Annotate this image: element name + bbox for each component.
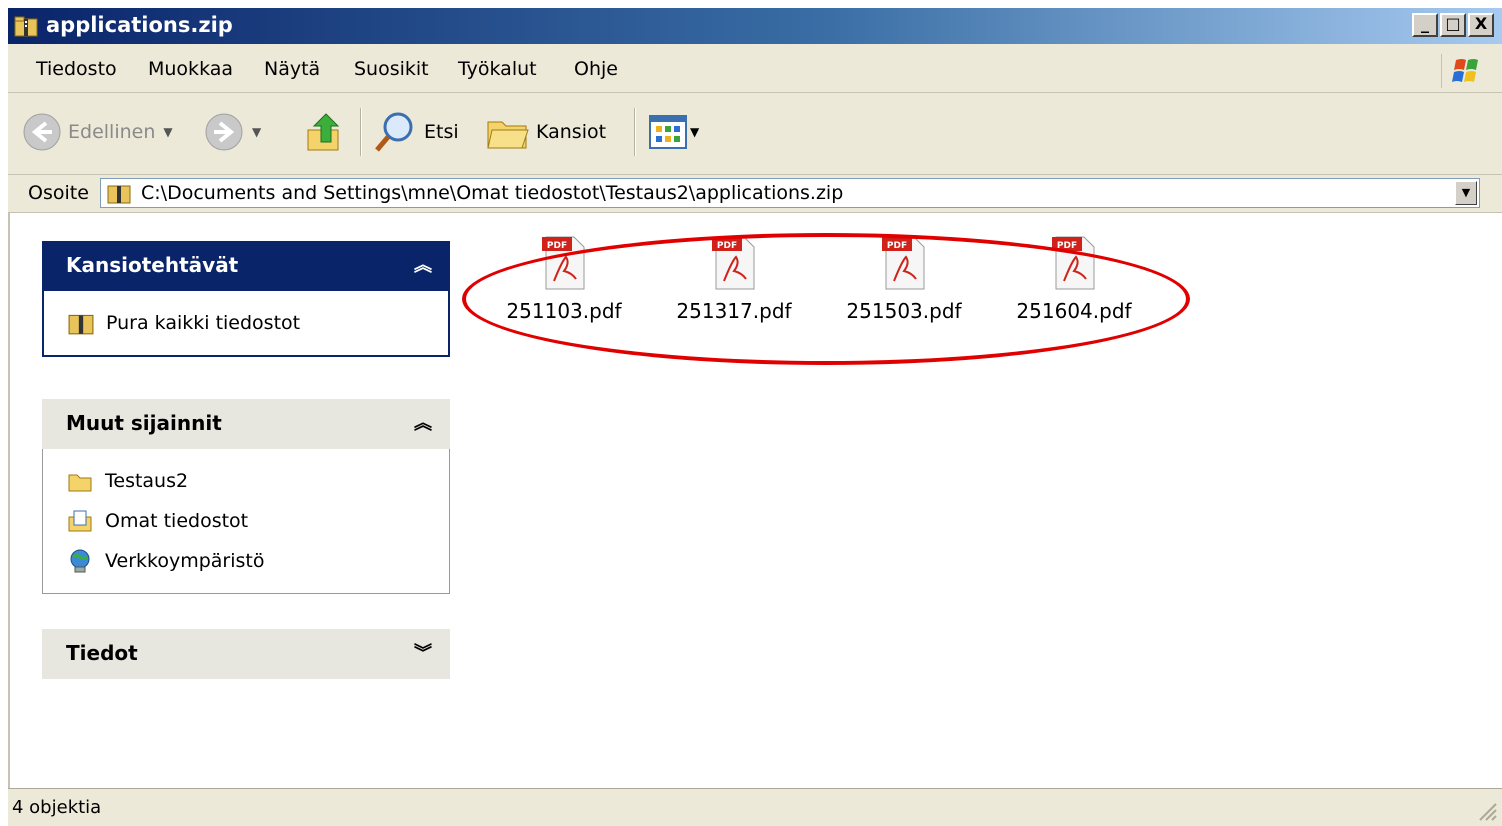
task-label: Pura kaikki tiedostot: [106, 312, 301, 334]
menu-tiedosto[interactable]: Tiedosto: [36, 58, 117, 80]
zip-folder-icon: [14, 16, 38, 37]
forward-dropdown-icon[interactable]: ▼: [252, 125, 261, 139]
toolbar: Edellinen ▼ ▼ Etsi Kansiot ▼: [8, 94, 1502, 175]
views-button[interactable]: ▼: [648, 104, 699, 160]
views-dropdown-icon[interactable]: ▼: [690, 125, 699, 139]
svg-text:PDF: PDF: [717, 241, 737, 251]
place-label: Omat tiedostot: [105, 510, 249, 532]
search-label: Etsi: [424, 121, 459, 143]
address-label: Osoite: [28, 182, 89, 204]
collapse-chevron-icon[interactable]: ︽: [414, 409, 432, 435]
pdf-icon: PDF: [542, 236, 585, 290]
file-name: 251103.pdf: [506, 299, 622, 323]
folder-icon: [68, 474, 92, 492]
svg-text:PDF: PDF: [887, 241, 907, 251]
svg-text:PDF: PDF: [1057, 241, 1077, 251]
address-input[interactable]: C:\Documents and Settings\mne\Omat tiedo…: [100, 178, 1480, 208]
search-button[interactable]: Etsi: [372, 104, 459, 160]
place-label: Testaus2: [105, 470, 189, 492]
svg-text:PDF: PDF: [547, 241, 567, 251]
folders-button[interactable]: Kansiot: [486, 104, 606, 160]
place-label: Verkkoympäristö: [105, 550, 265, 572]
place-testaus2[interactable]: Testaus2: [43, 461, 449, 501]
other-places-panel: Muut sijainnit ︽ Testaus2 Omat tiedostot: [42, 399, 450, 594]
details-panel: Tiedot ︾: [42, 629, 450, 679]
address-path: C:\Documents and Settings\mne\Omat tiedo…: [141, 182, 844, 204]
folders-icon: [487, 121, 529, 149]
network-icon: [70, 549, 90, 573]
back-button[interactable]: Edellinen ▼: [22, 104, 173, 160]
other-places-header[interactable]: Muut sijainnit ︽: [42, 399, 450, 449]
task-extract-all[interactable]: Pura kaikki tiedostot: [44, 303, 448, 343]
my-documents-icon: [68, 510, 92, 532]
back-dropdown-icon[interactable]: ▼: [163, 125, 172, 139]
maximize-button[interactable]: □: [1440, 13, 1466, 37]
folders-label: Kansiot: [536, 121, 607, 143]
collapse-chevron-icon[interactable]: ︽: [414, 251, 432, 277]
file-item[interactable]: PDF 251503.pdf: [834, 233, 974, 323]
menu-ohje[interactable]: Ohje: [574, 58, 618, 80]
back-label: Edellinen: [68, 121, 156, 143]
folder-tasks-panel: Kansiotehtävät ︽ Pura kaikki tiedostot: [42, 241, 450, 357]
up-folder-button[interactable]: [304, 104, 346, 160]
menu-muokkaa[interactable]: Muokkaa: [148, 58, 233, 80]
file-name: 251604.pdf: [1016, 299, 1132, 323]
window-title: applications.zip: [46, 13, 233, 37]
folder-tasks-title: Kansiotehtävät: [66, 253, 239, 277]
minimize-button[interactable]: _: [1412, 13, 1438, 37]
place-my-documents[interactable]: Omat tiedostot: [43, 501, 449, 541]
expand-chevron-icon[interactable]: ︾: [414, 639, 432, 665]
details-title: Tiedot: [66, 641, 138, 665]
title-bar[interactable]: applications.zip _ □ X: [8, 8, 1502, 44]
zip-folder-icon: [68, 314, 94, 335]
other-places-title: Muut sijainnit: [66, 411, 222, 435]
back-arrow-icon: [23, 113, 61, 151]
resize-grip-icon[interactable]: [1476, 800, 1498, 822]
windows-logo-icon: [1441, 54, 1478, 88]
pdf-icon: PDF: [882, 236, 925, 290]
address-dropdown-icon[interactable]: ▼: [1455, 181, 1477, 205]
close-button[interactable]: X: [1468, 13, 1494, 37]
menu-bar: Tiedosto Muokkaa Näytä Suosikit Työkalut…: [8, 48, 1502, 93]
file-name: 251317.pdf: [676, 299, 792, 323]
forward-button[interactable]: ▼: [204, 104, 261, 160]
file-item[interactable]: PDF 251103.pdf: [494, 233, 634, 323]
views-icon: [649, 115, 687, 149]
menu-suosikit[interactable]: Suosikit: [354, 58, 429, 80]
forward-arrow-icon: [205, 113, 243, 151]
explorer-window: applications.zip _ □ X Tiedosto Muokkaa …: [8, 8, 1502, 826]
menu-nayta[interactable]: Näytä: [264, 58, 320, 80]
search-icon: [375, 112, 413, 152]
zip-folder-icon: [107, 185, 131, 204]
content-area: Kansiotehtävät ︽ Pura kaikki tiedostot M…: [8, 213, 1502, 788]
status-bar: 4 objektia: [8, 788, 1502, 826]
address-bar: Osoite C:\Documents and Settings\mne\Oma…: [8, 176, 1502, 213]
file-item[interactable]: PDF 251604.pdf: [1004, 233, 1144, 323]
details-header[interactable]: Tiedot ︾: [42, 629, 450, 679]
pdf-icon: PDF: [1052, 236, 1095, 290]
file-name: 251503.pdf: [846, 299, 962, 323]
file-item[interactable]: PDF 251317.pdf: [664, 233, 804, 323]
folder-tasks-header[interactable]: Kansiotehtävät ︽: [42, 241, 450, 291]
menu-tyokalut[interactable]: Työkalut: [458, 58, 537, 80]
up-folder-icon: [307, 113, 340, 151]
place-network[interactable]: Verkkoympäristö: [43, 541, 449, 581]
pdf-icon: PDF: [712, 236, 755, 290]
status-text: 4 objektia: [12, 797, 102, 818]
